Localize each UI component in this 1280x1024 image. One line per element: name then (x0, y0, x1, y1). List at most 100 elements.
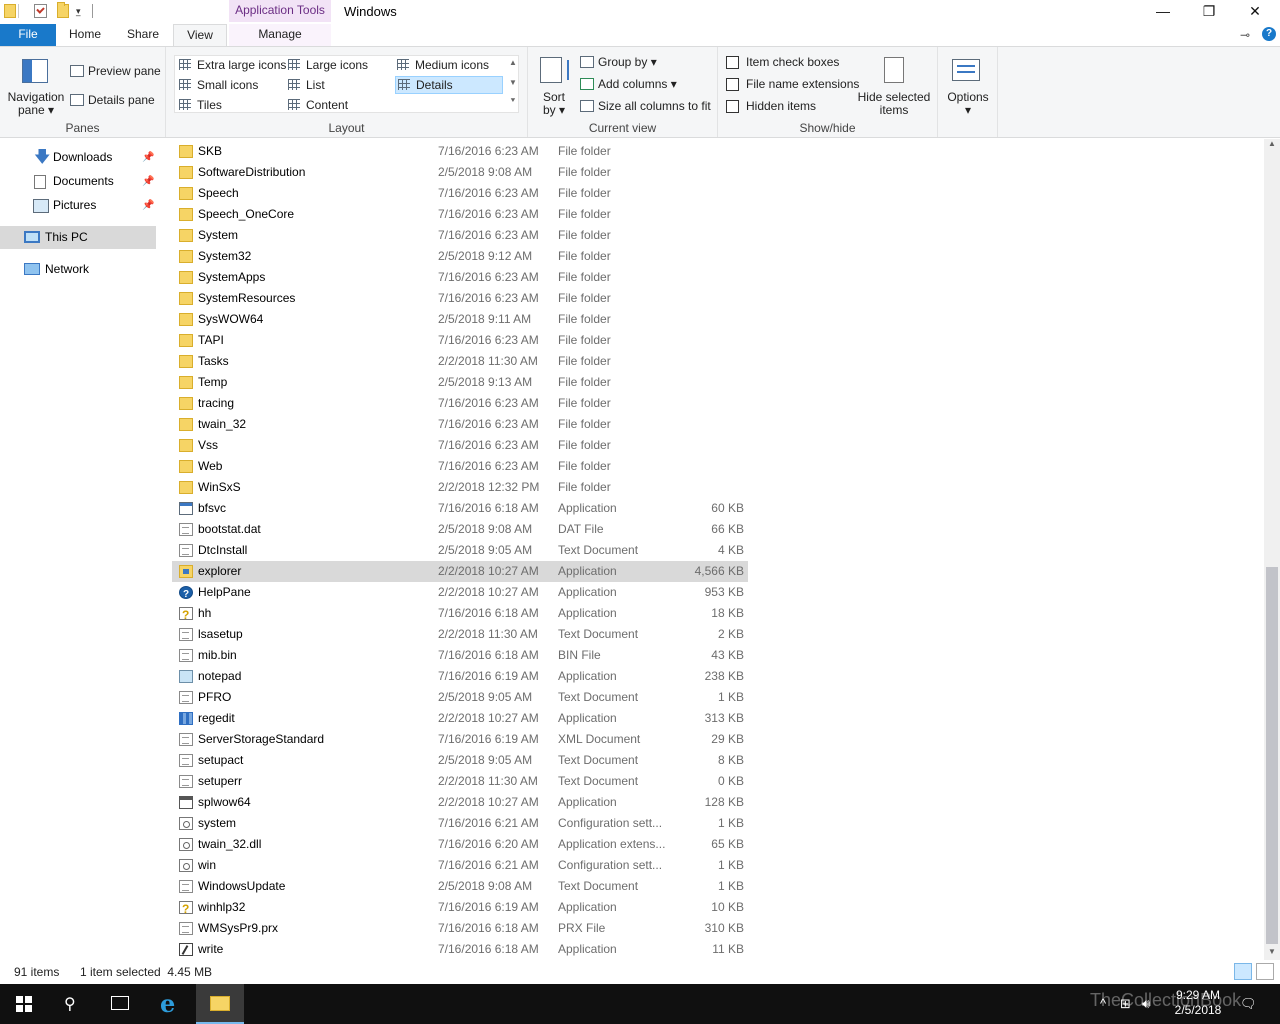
nav-item-pictures[interactable]: Pictures 📌 (0, 194, 156, 217)
internet-explorer-button[interactable]: e (148, 984, 196, 1024)
file-row[interactable]: SystemResources 7/16/2016 6:23 AM File fol… (172, 288, 748, 309)
action-center-icon[interactable]: 🗨︎ (1240, 996, 1257, 1012)
tab-manage[interactable]: Manage (229, 24, 331, 46)
file-row[interactable]: lsasetup 2/2/2018 11:30 AM Text Document 2 … (172, 624, 748, 645)
file-row[interactable]: system 7/16/2016 6:21 AM Configuration set… (172, 813, 748, 834)
nav-item-documents[interactable]: Documents 📌 (0, 170, 156, 193)
layout-content[interactable]: Content (288, 98, 348, 112)
pin-icon[interactable]: 📌 (142, 194, 154, 217)
file-row[interactable]: SysWOW64 2/5/2018 9:11 AM File folder (172, 309, 748, 330)
file-row[interactable]: splwow64 2/2/2018 10:27 AM Application 128 … (172, 792, 748, 813)
file-row[interactable]: WindowsUpdate 2/5/2018 9:08 AM Text Docume… (172, 876, 748, 897)
file-row[interactable]: Temp 2/5/2018 9:13 AM File folder (172, 372, 748, 393)
search-button[interactable]: ⚲ (48, 984, 96, 1024)
nav-item-downloads[interactable]: 🡇 Downloads 📌 (0, 146, 156, 169)
layout-small-icons[interactable]: Small icons (179, 78, 258, 92)
file-row[interactable]: mib.bin 7/16/2016 6:18 AM BIN File 43 KB (172, 645, 748, 666)
gallery-scroll-up-icon[interactable]: ▲ (507, 58, 519, 67)
layout-details[interactable]: Details (395, 76, 503, 94)
file-row[interactable]: System 7/16/2016 6:23 AM File folder (172, 225, 748, 246)
task-view-button[interactable] (96, 984, 144, 1024)
close-button[interactable]: ✕ (1232, 0, 1278, 24)
group-by-button[interactable]: Group by ▾ (580, 55, 657, 69)
minimize-button[interactable]: — (1140, 0, 1186, 24)
file-row[interactable]: twain_32.dll 7/16/2016 6:20 AM Application… (172, 834, 748, 855)
layout-list[interactable]: List (288, 78, 325, 92)
file-name-extensions-checkbox[interactable]: File name extensions (726, 77, 859, 91)
file-row[interactable]: SKB 7/16/2016 6:23 AM File folder (172, 141, 748, 162)
tab-view[interactable]: View (173, 24, 227, 46)
file-row[interactable]: Tasks 2/2/2018 11:30 AM File folder (172, 351, 748, 372)
add-columns-button[interactable]: Add columns ▾ (580, 77, 677, 91)
pin-icon[interactable]: 📌 (142, 170, 154, 193)
hidden-items-checkbox[interactable]: Hidden items (726, 99, 816, 113)
file-row[interactable]: Speech 7/16/2016 6:23 AM File folder (172, 183, 748, 204)
item-check-boxes-checkbox[interactable]: Item check boxes (726, 55, 839, 69)
tab-home[interactable]: Home (58, 24, 112, 46)
details-pane-button[interactable]: Details pane (70, 93, 155, 107)
file-row[interactable]: ServerStorageStandard 7/16/2016 6:19 AM XM… (172, 729, 748, 750)
file-explorer-taskbar-button[interactable] (196, 984, 244, 1024)
nav-item-this-pc[interactable]: This PC (0, 226, 156, 249)
help-icon[interactable]: ? (1262, 27, 1276, 41)
options-button[interactable]: Options ▾ (938, 91, 998, 117)
properties-icon[interactable] (34, 4, 47, 18)
file-row[interactable]: bfsvc 7/16/2016 6:18 AM Application 60 KB (172, 498, 748, 519)
network-tray-icon[interactable]: ⊞ (1120, 996, 1131, 1012)
file-row[interactable]: Vss 7/16/2016 6:23 AM File folder (172, 435, 748, 456)
hide-selected-items-button[interactable]: Hide selected items (856, 91, 932, 117)
preview-pane-button[interactable]: Preview pane (70, 64, 161, 78)
file-row[interactable]: bootstat.dat 2/5/2018 9:08 AM DAT File 66 K… (172, 519, 748, 540)
volume-icon[interactable]: 🔊︎ (1142, 996, 1150, 1012)
qat-customize-dropdown-icon[interactable]: ▾̲ (76, 6, 81, 17)
scrollbar-thumb[interactable] (1266, 567, 1278, 944)
file-row[interactable]: WMSysPr9.prx 7/16/2016 6:18 AM PRX File 310… (172, 918, 748, 939)
layout-extra-large-icons[interactable]: Extra large icons (179, 58, 286, 72)
start-button[interactable] (0, 984, 48, 1024)
file-row[interactable]: setupact 2/5/2018 9:05 AM Text Document 8 K… (172, 750, 748, 771)
file-row[interactable]: write 7/16/2016 6:18 AM Application 11 KB (172, 939, 748, 960)
tab-share[interactable]: Share (116, 24, 170, 46)
details-view-icon[interactable] (1234, 963, 1252, 980)
file-row[interactable]: setuperr 2/2/2018 11:30 AM Text Document 0 … (172, 771, 748, 792)
file-row[interactable]: DtcInstall 2/5/2018 9:05 AM Text Document 4… (172, 540, 748, 561)
maximize-button[interactable]: ❐ (1186, 0, 1232, 24)
file-row[interactable]: SystemApps 7/16/2016 6:23 AM File folder (172, 267, 748, 288)
nav-item-network[interactable]: Network (0, 258, 156, 281)
file-row[interactable]: explorer 2/2/2018 10:27 AM Application 4,56… (172, 561, 748, 582)
gallery-scroll-down-icon[interactable]: ▼ (507, 78, 519, 87)
file-row[interactable]: Speech_OneCore 7/16/2016 6:23 AM File fold… (172, 204, 748, 225)
file-row[interactable]: tracing 7/16/2016 6:23 AM File folder (172, 393, 748, 414)
scroll-down-icon[interactable]: ▼ (1264, 947, 1280, 956)
layout-medium-icons[interactable]: Medium icons (397, 58, 489, 72)
file-row[interactable]: Web 7/16/2016 6:23 AM File folder (172, 456, 748, 477)
sort-by-button[interactable]: Sort by ▾ (536, 91, 572, 117)
file-name: SKB (198, 144, 223, 158)
file-row[interactable]: winhlp32 7/16/2016 6:19 AM Application 10 K… (172, 897, 748, 920)
file-row[interactable]: regedit 2/2/2018 10:27 AM Application 313 K… (172, 708, 748, 729)
file-row[interactable]: WinSxS 2/2/2018 12:32 PM File folder (172, 477, 748, 498)
scroll-up-icon[interactable]: ▲ (1264, 139, 1280, 148)
size-all-columns-button[interactable]: Size all columns to fit (580, 99, 711, 113)
tab-file[interactable]: File (0, 24, 56, 46)
file-row[interactable]: HelpPane 2/2/2018 10:27 AM Application 953 … (172, 582, 748, 605)
file-row[interactable]: SoftwareDistribution 2/5/2018 9:08 AM File… (172, 162, 748, 183)
vertical-scrollbar[interactable]: ▲ ▼ (1264, 139, 1280, 960)
pin-icon[interactable]: 📌 (142, 146, 154, 169)
gallery-expand-icon[interactable]: ⯆ (507, 96, 519, 106)
file-row[interactable]: win 7/16/2016 6:21 AM Configuration sett..… (172, 855, 748, 876)
file-row[interactable]: PFRO 2/5/2018 9:05 AM Text Document 1 KB (172, 687, 748, 708)
new-folder-icon[interactable] (57, 2, 69, 18)
pin-ribbon-icon[interactable]: ⊸ (1240, 28, 1250, 42)
show-hidden-icons-icon[interactable]: ^ (1100, 996, 1106, 1011)
file-row[interactable]: notepad 7/16/2016 6:19 AM Application 238 K… (172, 666, 748, 687)
large-icons-view-icon[interactable] (1256, 963, 1274, 980)
navigation-pane-button[interactable]: Navigation pane ▾ (4, 91, 68, 117)
file-row[interactable]: hh 7/16/2016 6:18 AM Application 18 KB (172, 603, 748, 626)
layout-tiles[interactable]: Tiles (179, 98, 222, 112)
file-row[interactable]: TAPI 7/16/2016 6:23 AM File folder (172, 330, 748, 351)
layout-large-icons[interactable]: Large icons (288, 58, 368, 72)
clock[interactable]: 9:29 AM 2/5/2018 (1168, 988, 1228, 1018)
file-row[interactable]: twain_32 7/16/2016 6:23 AM File folder (172, 414, 748, 435)
file-row[interactable]: System32 2/5/2018 9:12 AM File folder (172, 246, 748, 267)
